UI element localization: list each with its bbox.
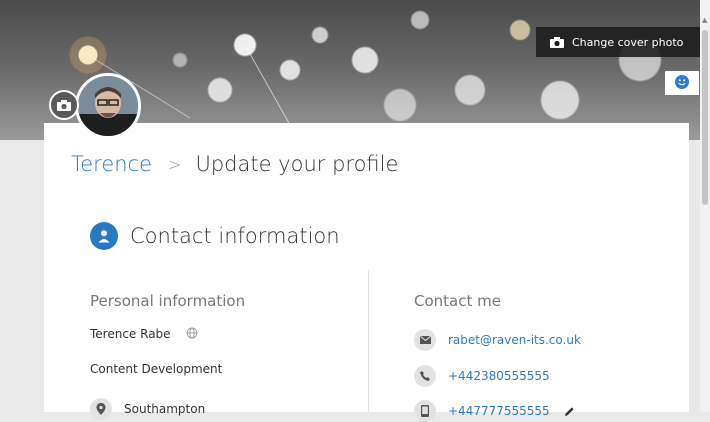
personal-name: Terence Rabe	[90, 327, 171, 341]
contact-email-link[interactable]: rabet@raven-its.co.uk	[448, 333, 581, 347]
change-cover-photo-button[interactable]: Change cover photo	[536, 27, 700, 57]
personal-name-row: Terence Rabe	[90, 327, 198, 342]
section-header: Contact information	[90, 222, 340, 250]
personal-location: Southampton	[124, 402, 206, 416]
feedback-button[interactable]	[665, 71, 699, 95]
personal-department: Content Development	[90, 362, 223, 376]
scrollbar-thumb[interactable]	[702, 30, 708, 205]
contact-email-row: rabet@raven-its.co.uk	[414, 329, 581, 351]
breadcrumb-separator: >	[168, 154, 182, 174]
camera-icon	[550, 36, 564, 48]
person-icon	[90, 222, 118, 250]
column-divider	[368, 270, 369, 412]
breadcrumb: Terence > Update your profile	[71, 152, 398, 176]
location-icon	[90, 398, 112, 420]
smiley-icon	[675, 74, 689, 93]
mobile-icon	[414, 400, 436, 422]
change-cover-photo-label: Change cover photo	[572, 35, 684, 49]
contact-phone-link[interactable]: +442380555555	[448, 369, 550, 383]
scroll-up-icon[interactable]: ▲	[702, 16, 707, 24]
section-title: Contact information	[130, 224, 340, 248]
personal-info-heading: Personal information	[90, 292, 246, 310]
personal-location-row: Southampton	[90, 398, 205, 420]
pencil-icon[interactable]	[564, 406, 575, 417]
contact-mobile-row: +447777555555	[414, 400, 575, 422]
breadcrumb-home-link[interactable]: Terence	[71, 152, 152, 176]
mail-icon	[414, 329, 436, 351]
contact-mobile-link[interactable]: +447777555555	[448, 404, 550, 418]
contact-heading: Contact me	[414, 292, 501, 310]
page-title: Update your profile	[195, 152, 399, 176]
globe-icon[interactable]	[186, 327, 198, 342]
avatar[interactable]	[75, 73, 141, 139]
change-avatar-button[interactable]	[49, 90, 79, 120]
contact-phone-row: +442380555555	[414, 365, 550, 387]
phone-icon	[414, 365, 436, 387]
scrollbar[interactable]: ▲	[700, 0, 710, 412]
camera-icon	[57, 96, 71, 115]
